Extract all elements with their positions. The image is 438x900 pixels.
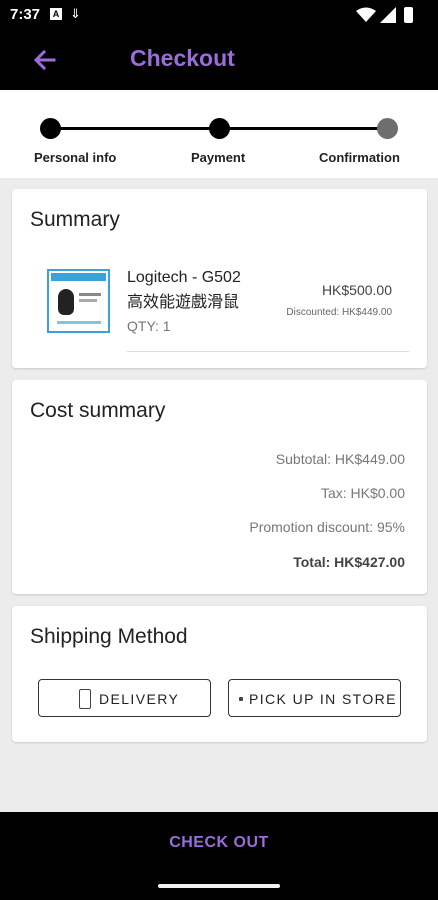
shipping-method-title: Shipping Method [30,625,188,648]
store-icon [239,697,243,701]
cost-summary-card: Cost summary Subtotal: HK$449.00 Tax: HK… [12,380,427,594]
pickup-label: PICK UP IN STORE [249,691,397,707]
status-bar: 7:37 A ⇓ [0,0,438,30]
promotion-discount-text: Promotion discount: 95% [249,519,405,535]
tax-text: Tax: HK$0.00 [320,485,405,501]
checkout-stepper: Personal info Payment Confirmation [0,90,438,178]
mouse-icon [58,289,74,315]
cost-summary-title: Cost summary [30,399,166,422]
product-image[interactable] [47,269,110,333]
delivery-label: DELIVERY [99,691,180,707]
step-label-confirmation: Confirmation [319,150,400,165]
download-icon: ⇓ [70,6,81,21]
shipping-method-card: Shipping Method DELIVERY PICK UP IN STOR… [12,606,427,742]
status-time: 7:37 [10,6,41,23]
product-price: HK$500.00 [321,282,392,298]
checkout-button[interactable]: CHECK OUT [0,834,438,852]
gesture-handle [158,884,280,888]
product-qty: QTY: 1 [127,318,171,334]
wifi-icon [356,7,376,22]
step-dot-confirmation[interactable] [377,118,398,139]
stepper-line-done [50,127,220,130]
subtotal-text: Subtotal: HK$449.00 [275,451,405,467]
battery-icon [404,7,413,23]
step-dot-personal-info[interactable] [40,118,61,139]
delivery-icon [79,689,91,709]
total-text: Total: HK$427.00 [293,554,405,570]
step-label-personal-info: Personal info [34,150,117,165]
delivery-button[interactable]: DELIVERY [38,679,211,717]
app-bar: Checkout [0,30,438,90]
back-arrow-icon[interactable] [32,47,58,73]
pickup-in-store-button[interactable]: PICK UP IN STORE [228,679,401,717]
signal-icon [380,7,396,23]
item-divider [127,351,409,352]
page-title: Checkout [130,45,235,71]
bottom-bar: CHECK OUT [0,812,438,900]
product-name: Logitech - G502 高效能遊戲滑鼠 [127,269,241,311]
step-label-payment: Payment [191,150,246,165]
summary-title: Summary [30,208,120,231]
summary-card: Summary Logitech - G502 高效能遊戲滑鼠 QTY: 1 H… [12,189,427,368]
notification-a-icon: A [50,8,62,20]
step-dot-payment[interactable] [209,118,230,139]
stepper-line-upcoming [220,127,388,130]
product-discounted-price: Discounted: HK$449.00 [286,307,392,318]
